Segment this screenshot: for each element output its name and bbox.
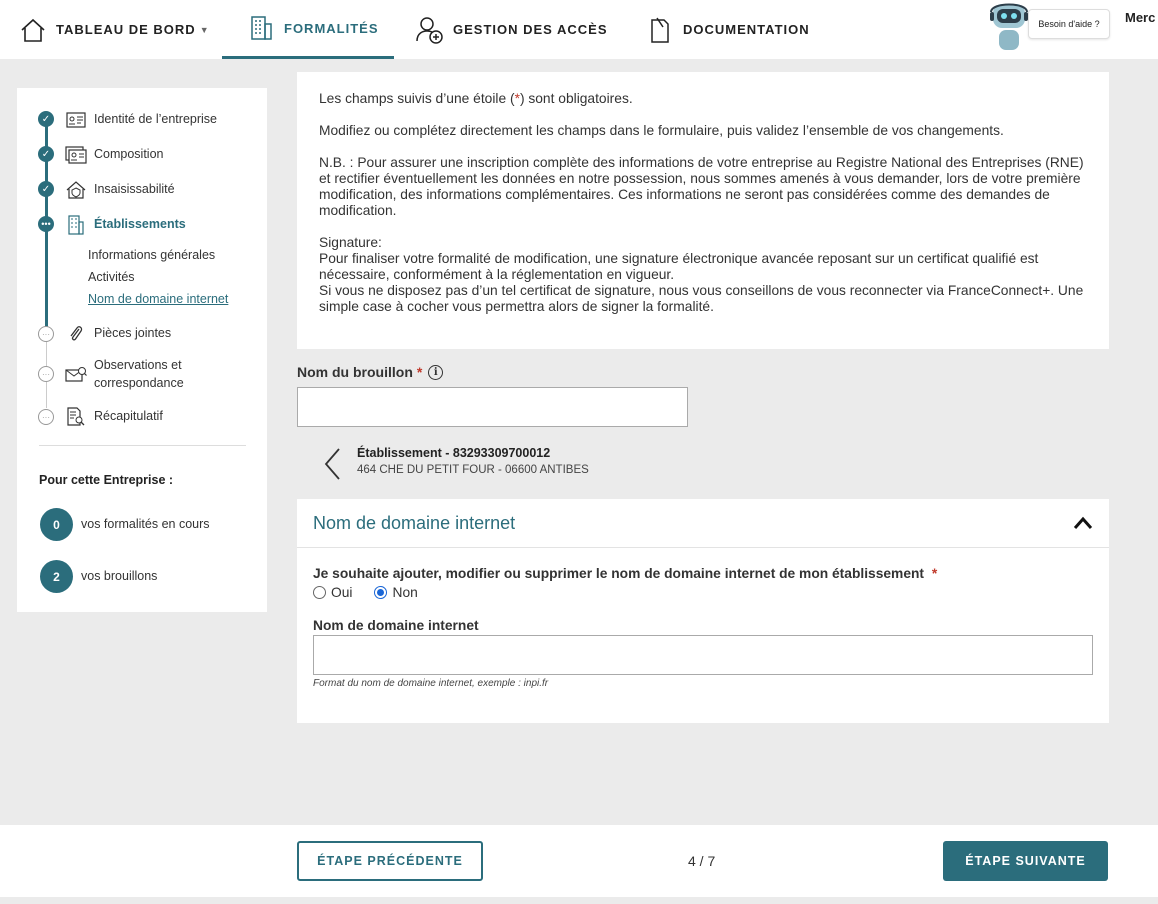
steps-sidebar: ✓ Identité de l’entreprise ✓ Composition…	[17, 88, 267, 612]
info-icon[interactable]: i	[428, 364, 444, 380]
note-text: ) sont obligatoires.	[519, 91, 633, 106]
edit-instruction: Modifiez ou complétez directement les ch…	[319, 123, 1004, 138]
required-fields-note: Les champs suivis d’une étoile (*) sont …	[319, 91, 1087, 107]
domain-panel-title: Nom de domaine internet	[313, 513, 516, 533]
nav-dashboard[interactable]: TABLEAU DE BORD ▼	[18, 0, 210, 59]
drafts-count-label[interactable]: vos brouillons	[81, 569, 157, 583]
robot-icon	[990, 3, 1028, 50]
domain-name-input[interactable]	[313, 635, 1093, 675]
nav-documentation[interactable]: DOCUMENTATION	[645, 0, 810, 59]
id-card-icon	[65, 110, 87, 130]
step-counter: 4 / 7	[688, 853, 716, 869]
in-progress-icon: •••	[38, 216, 54, 232]
user-name[interactable]: Merc	[1125, 10, 1155, 25]
help-bubble[interactable]: Besoin d'aide ?	[1028, 9, 1110, 39]
top-navigation: TABLEAU DE BORD ▼ FORMALITÉS GESTION DES…	[0, 0, 1158, 59]
formalities-count-label[interactable]: vos formalités en cours	[81, 517, 210, 531]
pending-icon: ···	[38, 366, 54, 382]
radio-non-label: Non	[392, 585, 418, 600]
draft-name-label: Nom du brouillon * i	[297, 364, 444, 380]
nav-access-label: GESTION DES ACCÈS	[453, 22, 608, 37]
signature-title: Signature:	[319, 235, 382, 250]
check-icon: ✓	[38, 111, 54, 127]
people-card-icon	[65, 145, 87, 165]
substep-nom-de-domaine[interactable]: Nom de domaine internet	[88, 292, 228, 306]
domain-radio-group: Oui Non	[313, 585, 440, 600]
home-icon	[18, 15, 48, 45]
pending-icon: ···	[38, 409, 54, 425]
pending-icon: ···	[38, 326, 54, 342]
bottom-strip	[0, 897, 1158, 904]
check-icon: ✓	[38, 181, 54, 197]
substep-informations-generales[interactable]: Informations générales	[88, 248, 215, 262]
radio-oui-label: Oui	[331, 585, 353, 600]
signature-text-1: Pour finaliser votre formalité de modifi…	[319, 251, 1039, 282]
step-label: Identité de l’entreprise	[94, 112, 217, 126]
note-text: Les champs suivis d’une étoile (	[319, 91, 515, 106]
domain-question-text: Je souhaite ajouter, modifier ou supprim…	[313, 566, 925, 581]
next-step-button[interactable]: ÉTAPE SUIVANTE	[943, 841, 1108, 881]
nav-formalities-label: FORMALITÉS	[284, 20, 379, 36]
previous-step-button[interactable]: ÉTAPE PRÉCÉDENTE	[297, 841, 483, 881]
drafts-count-badge[interactable]: 2	[40, 560, 73, 593]
envelope-icon	[65, 364, 87, 384]
instructions-box: Les champs suivis d’une étoile (*) sont …	[297, 72, 1109, 349]
company-section-title: Pour cette Entreprise :	[39, 473, 174, 487]
nb-notice: N.B. : Pour assurer une inscription comp…	[319, 155, 1084, 218]
substep-activites[interactable]: Activités	[88, 270, 135, 284]
required-star: *	[931, 566, 938, 581]
step-label: Insaisissabilité	[94, 182, 175, 196]
domain-field-label: Nom de domaine internet	[313, 618, 479, 633]
nav-formalities[interactable]: FORMALITÉS	[222, 0, 394, 59]
document-icon	[645, 15, 675, 45]
establishment-title: Établissement - 83293309700012	[357, 446, 551, 460]
nav-access[interactable]: GESTION DES ACCÈS	[415, 0, 607, 59]
step-label: Récapitulatif	[94, 409, 163, 423]
step-label: Composition	[94, 147, 164, 161]
check-icon: ✓	[38, 146, 54, 162]
paperclip-icon	[65, 324, 87, 344]
footer-bar: ÉTAPE PRÉCÉDENTE 4 / 7 ÉTAPE SUIVANTE	[0, 825, 1158, 897]
radio-oui[interactable]: Oui	[313, 585, 352, 600]
nav-documentation-label: DOCUMENTATION	[683, 22, 810, 37]
domain-question-label: Je souhaite ajouter, modifier ou supprim…	[313, 566, 937, 581]
user-add-icon	[415, 15, 445, 45]
chevron-up-icon[interactable]	[1073, 515, 1093, 531]
step-label: Pièces jointes	[94, 326, 172, 340]
sidebar-divider	[39, 445, 246, 446]
radio-non[interactable]: Non	[374, 585, 418, 600]
step-label: Observations et correspondance	[94, 358, 184, 390]
building-icon	[65, 215, 87, 235]
domain-panel: Nom de domaine internet Je souhaite ajou…	[297, 499, 1109, 723]
chevron-down-icon: ▼	[199, 24, 210, 35]
nav-dashboard-label: TABLEAU DE BORD	[56, 22, 196, 37]
required-star: *	[416, 364, 423, 380]
document-search-icon	[65, 407, 87, 427]
step-label: Établissements	[94, 217, 186, 231]
building-icon	[246, 13, 276, 43]
chevron-left-icon[interactable]	[322, 447, 342, 481]
domain-panel-header[interactable]: Nom de domaine internet	[297, 499, 1109, 548]
signature-text-2: Si vous ne disposez pas d’un tel certifi…	[319, 283, 1084, 314]
formalities-count-badge[interactable]: 0	[40, 508, 73, 541]
signature-section: Signature: Pour finaliser votre formalit…	[319, 235, 1087, 315]
draft-name-text: Nom du brouillon	[297, 364, 413, 380]
establishment-address: 464 CHE DU PETIT FOUR - 06600 ANTIBES	[357, 464, 589, 476]
radio-non-circle[interactable]	[374, 586, 388, 599]
domain-format-hint: Format du nom de domaine internet, exemp…	[313, 678, 549, 689]
radio-oui-circle[interactable]	[313, 586, 326, 599]
draft-name-input[interactable]	[297, 387, 688, 427]
house-shield-icon	[65, 180, 87, 200]
